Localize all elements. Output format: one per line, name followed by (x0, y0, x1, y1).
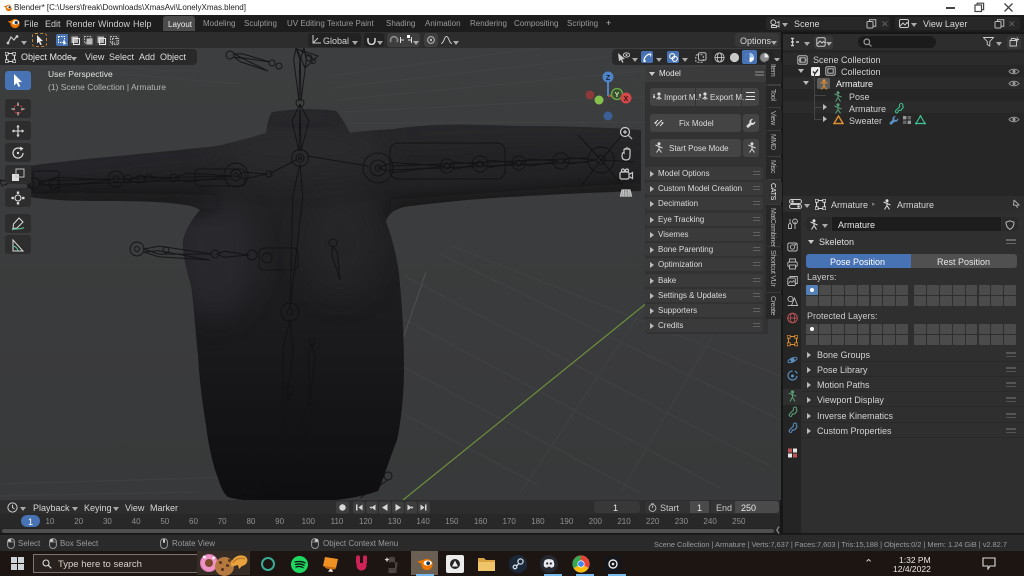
svg-text:X: X (624, 96, 629, 103)
svg-text:Y: Y (615, 92, 620, 99)
svg-text:Z: Z (606, 75, 611, 82)
